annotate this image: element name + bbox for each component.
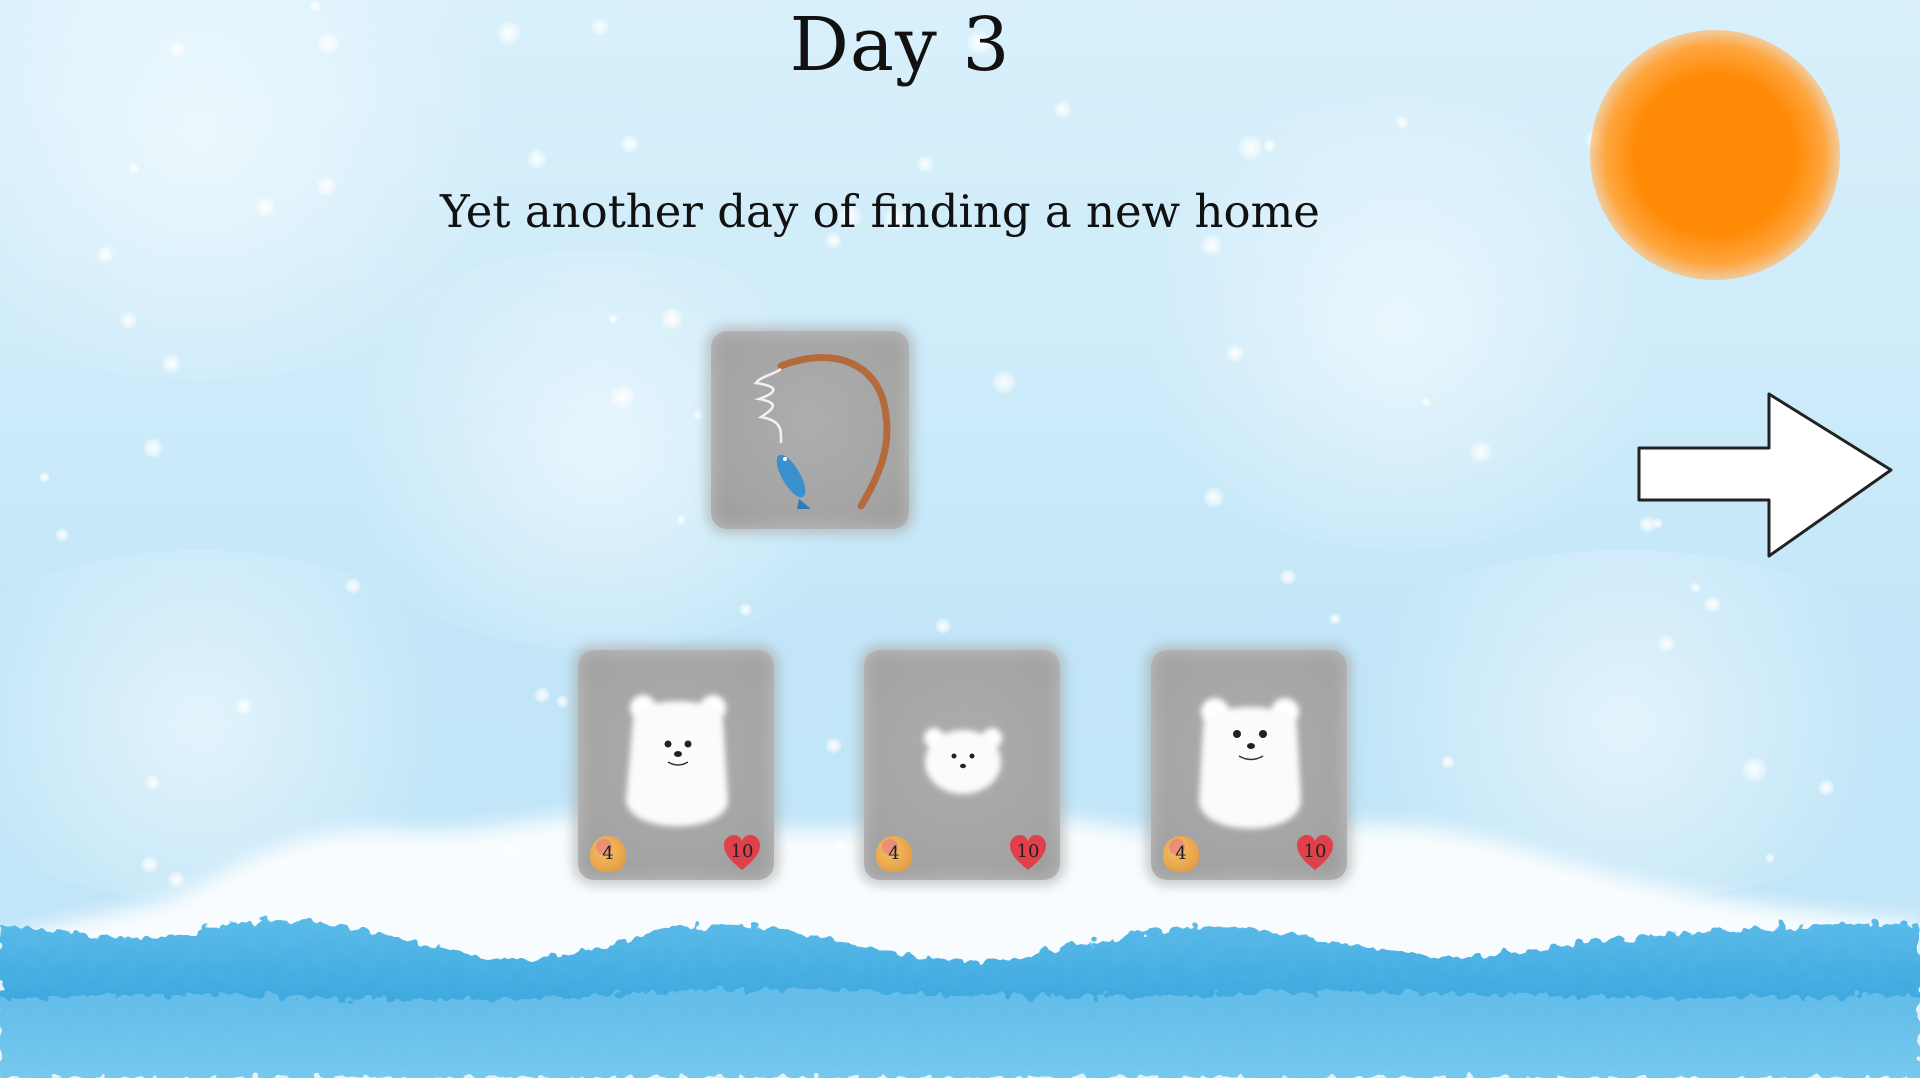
next-day-button[interactable]: [1635, 390, 1895, 560]
attack-value: 4: [1175, 843, 1187, 864]
game-scene: Day 3 Yet another day of finding a new h…: [0, 0, 1920, 1078]
snowy-shoreline: [0, 813, 1920, 1078]
item-card[interactable]: [711, 331, 909, 529]
health-value: 10: [730, 841, 754, 862]
right-arrow-icon: [1637, 392, 1893, 558]
attack-badge: 4: [1163, 836, 1199, 872]
attack-value: 4: [888, 843, 900, 864]
fishing-rod-with-fish-icon: [753, 354, 891, 510]
attack-badge: 4: [876, 836, 912, 872]
health-badge: 10: [722, 834, 762, 872]
day-title: Day 3: [789, 2, 1011, 88]
bear-card[interactable]: 4 10: [864, 650, 1060, 880]
health-badge: 10: [1295, 834, 1335, 872]
attack-badge: 4: [590, 836, 626, 872]
day-subtitle: Yet another day of finding a new home: [440, 185, 1320, 238]
health-value: 10: [1303, 841, 1327, 862]
bear-card[interactable]: 4 10: [578, 650, 774, 880]
health-badge: 10: [1008, 834, 1048, 872]
health-value: 10: [1016, 841, 1040, 862]
bear-card[interactable]: 4 10: [1151, 650, 1347, 880]
attack-value: 4: [602, 843, 614, 864]
